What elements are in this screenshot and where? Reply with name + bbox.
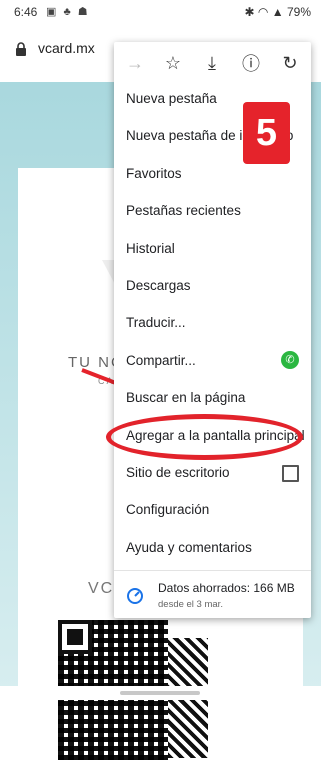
data-saver-icon	[127, 588, 143, 604]
data-saver-title: Datos ahorrados: 166 MB	[158, 581, 295, 595]
menu-item-recent-tabs[interactable]: Pestañas recientes	[114, 192, 311, 229]
desktop-site-label: Sitio de escritorio	[126, 464, 230, 480]
url-text[interactable]: vcard.mx	[38, 40, 95, 56]
step-badge: 5	[243, 102, 290, 164]
whatsapp-icon[interactable]: ✆	[281, 350, 299, 369]
menu-toolbar: → ☆ ⤓ ⓘ ↻	[114, 42, 311, 84]
section-heading: VC	[88, 580, 115, 597]
notification-icons: ▣ ♣ ☗	[46, 6, 90, 18]
forward-icon[interactable]: →	[124, 52, 146, 74]
data-saver-subtitle: desde el 3 mar.	[158, 599, 223, 610]
download-icon[interactable]: ⤓	[201, 52, 223, 74]
info-icon[interactable]: ⓘ	[240, 52, 262, 74]
menu-item-translate[interactable]: Traducir...	[114, 304, 311, 341]
menu-item-add-to-home-screen[interactable]: Agregar a la pantalla principal	[114, 417, 311, 454]
gesture-bar	[0, 686, 321, 700]
refresh-icon[interactable]: ↻	[279, 52, 301, 74]
lock-icon	[16, 42, 26, 56]
signal-icons: ✱ ◠ ▲	[244, 5, 284, 19]
qr-finder-pattern	[58, 620, 92, 654]
data-saver-summary[interactable]: Datos ahorrados: 166 MB desde el 3 mar.	[114, 570, 311, 619]
clock: 6:46	[14, 5, 38, 19]
menu-item-downloads[interactable]: Descargas	[114, 267, 311, 304]
battery-level: 79%	[286, 5, 311, 19]
star-icon[interactable]: ☆	[162, 52, 184, 74]
menu-item-history[interactable]: Historial	[114, 230, 311, 267]
menu-item-help[interactable]: Ayuda y comentarios	[114, 529, 311, 566]
home-indicator[interactable]	[120, 691, 200, 695]
menu-item-share[interactable]: Compartir... ✆	[114, 342, 311, 379]
page-subheading: CA	[98, 376, 115, 386]
menu-item-settings[interactable]: Configuración	[114, 491, 311, 528]
checkbox-icon[interactable]	[282, 464, 299, 482]
status-right: ✱ ◠ ▲ 79%	[245, 5, 311, 19]
share-label: Compartir...	[126, 352, 196, 368]
status-bar: 6:46 ▣ ♣ ☗ ✱ ◠ ▲ 79%	[0, 0, 321, 24]
menu-item-find-in-page[interactable]: Buscar en la página	[114, 379, 311, 416]
menu-item-desktop-site[interactable]: Sitio de escritorio	[114, 454, 311, 491]
